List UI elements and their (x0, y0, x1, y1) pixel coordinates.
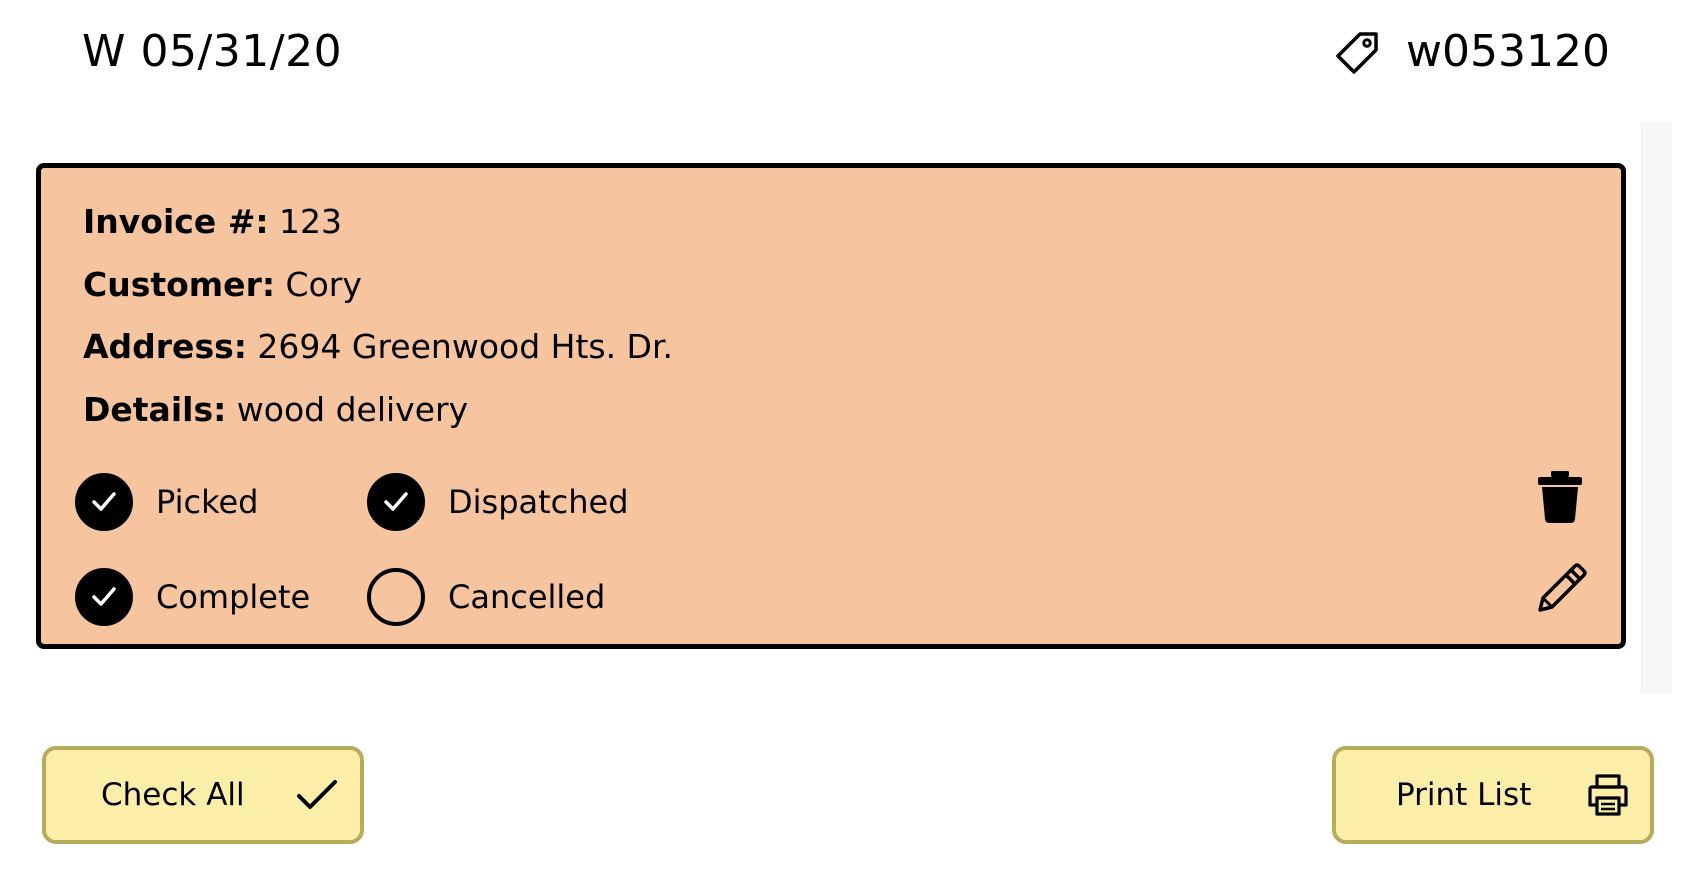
check-all-button[interactable]: Check All (42, 746, 364, 844)
page-title: W 05/31/20 (82, 26, 343, 77)
cancelled-label: Cancelled (448, 578, 606, 616)
complete-checkbox[interactable] (75, 568, 133, 626)
picked-label: Picked (156, 483, 259, 521)
tag-label: w053120 (1406, 26, 1610, 77)
print-list-label: Print List (1396, 777, 1532, 813)
invoice-value: 123 (279, 202, 343, 241)
status-dispatched: Dispatched (367, 473, 629, 531)
check-all-label: Check All (101, 777, 245, 813)
list-tag: w053120 (1336, 22, 1610, 82)
address-value: 2694 Greenwood Hts. Dr. (257, 327, 673, 366)
customer-field: Customer: Cory (83, 263, 362, 307)
checkmark-icon (296, 778, 338, 812)
details-field: Details: wood delivery (83, 388, 468, 432)
printer-icon (1586, 774, 1630, 816)
status-complete: Complete (75, 568, 310, 626)
address-field: Address: 2694 Greenwood Hts. Dr. (83, 325, 673, 369)
scrollbar[interactable] (1641, 122, 1672, 693)
tag-icon (1336, 30, 1380, 74)
dispatched-checkbox[interactable] (367, 473, 425, 531)
customer-value: Cory (285, 265, 362, 304)
pencil-icon (1535, 563, 1587, 615)
status-cancelled: Cancelled (367, 568, 605, 626)
print-list-button[interactable]: Print List (1332, 746, 1654, 844)
dispatched-label: Dispatched (448, 483, 629, 521)
details-value: wood delivery (236, 390, 469, 429)
invoice-field: Invoice #: 123 (83, 200, 342, 244)
edit-button[interactable] (1535, 563, 1587, 615)
details-label: Details: (83, 390, 227, 429)
status-picked: Picked (75, 473, 258, 531)
invoice-label: Invoice #: (83, 202, 269, 241)
order-card: Invoice #: 123 Customer: Cory Address: 2… (36, 163, 1626, 649)
delete-button[interactable] (1535, 470, 1585, 524)
customer-label: Customer: (83, 265, 276, 304)
address-label: Address: (83, 327, 247, 366)
picked-checkbox[interactable] (75, 473, 133, 531)
cancelled-checkbox[interactable] (367, 568, 425, 626)
complete-label: Complete (156, 578, 311, 616)
trash-icon (1535, 470, 1585, 524)
